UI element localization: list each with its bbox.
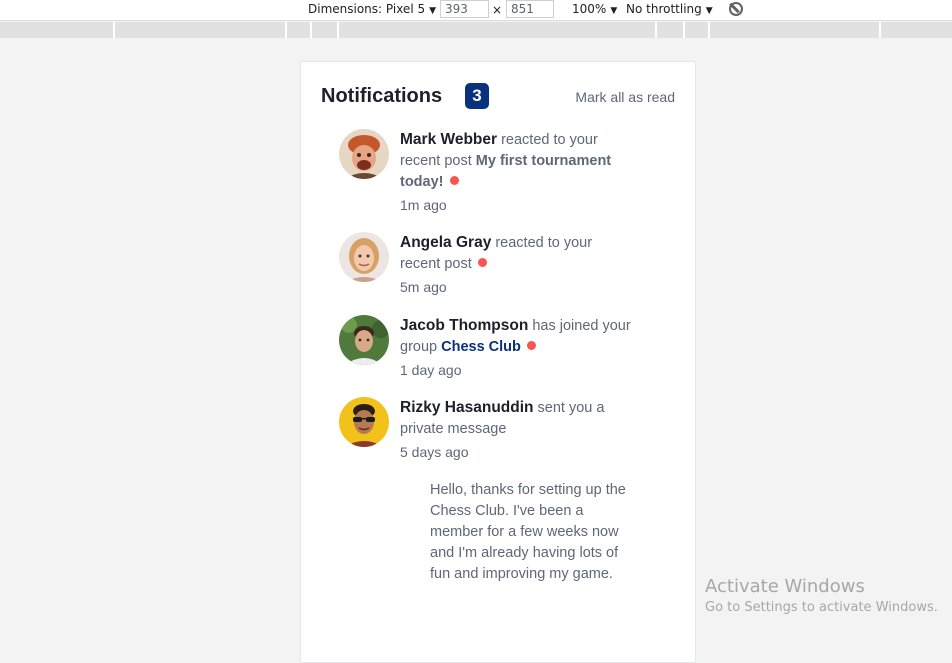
- page-title: Notifications: [321, 85, 443, 107]
- caret-down-icon: ▼: [429, 6, 437, 16]
- avatar-jacob-thompson-icon[interactable]: [339, 315, 389, 365]
- ruler-tick: [285, 22, 287, 38]
- notifications-card: Notifications 3 Mark all as read Mark We…: [300, 61, 696, 663]
- user-name[interactable]: Angela Gray: [400, 234, 491, 251]
- zoom-dropdown[interactable]: 100% ▼: [572, 2, 617, 16]
- user-name[interactable]: Rizky Hasanuddin: [400, 399, 534, 416]
- zoom-label: 100%: [572, 2, 607, 16]
- devtools-device-toolbar: Dimensions: Pixel 5 ▼ 393 × 851 100% ▼ No …: [0, 0, 952, 21]
- user-name[interactable]: Mark Webber: [400, 131, 497, 148]
- caret-down-icon: ▼: [610, 6, 618, 16]
- unread-dot-icon: [526, 341, 536, 350]
- private-message-preview[interactable]: Hello, thanks for setting up the Chess C…: [430, 480, 640, 585]
- avatar-angela-gray-icon[interactable]: [339, 232, 389, 282]
- ruler-tick: [708, 22, 710, 38]
- watermark-subtitle: Go to Settings to activate Windows.: [705, 600, 938, 615]
- ruler-tick: [113, 22, 115, 38]
- throttling-label: No throttling: [626, 2, 702, 16]
- ruler-tick: [655, 22, 657, 38]
- watermark-title: Activate Windows: [705, 576, 865, 597]
- rotate-icon[interactable]: [729, 2, 743, 16]
- times-sign: ×: [492, 3, 503, 17]
- windows-activation-watermark: Activate Windows Go to Settings to activ…: [705, 576, 938, 615]
- unread-dot-icon: [477, 258, 487, 267]
- height-input[interactable]: 851: [506, 0, 554, 18]
- ruler-tick: [310, 22, 312, 38]
- dimensions-dropdown[interactable]: Dimensions: Pixel 5 ▼: [308, 2, 436, 16]
- unread-dot-icon: [449, 176, 459, 185]
- caret-down-icon: ▼: [705, 6, 713, 16]
- mark-all-read-button[interactable]: Mark all as read: [575, 89, 675, 105]
- width-input[interactable]: 393: [440, 0, 489, 18]
- timestamp: 1m ago: [400, 197, 447, 213]
- ruler-tick: [337, 22, 339, 38]
- avatar-rizky-hasanuddin-icon[interactable]: [339, 397, 389, 447]
- unread-count-badge: 3: [465, 83, 489, 109]
- timestamp: 1 day ago: [400, 362, 462, 378]
- ruler-tick: [683, 22, 685, 38]
- ruler-tick: [879, 22, 881, 38]
- avatar-mark-webber-icon[interactable]: [339, 129, 389, 179]
- group-link[interactable]: Chess Club: [441, 339, 521, 355]
- media-query-ruler[interactable]: [0, 22, 952, 38]
- timestamp: 5 days ago: [400, 444, 469, 460]
- throttling-dropdown[interactable]: No throttling ▼: [626, 2, 713, 16]
- user-name[interactable]: Jacob Thompson: [400, 317, 528, 334]
- dimensions-label: Dimensions: Pixel 5: [308, 2, 426, 16]
- timestamp: 5m ago: [400, 279, 447, 295]
